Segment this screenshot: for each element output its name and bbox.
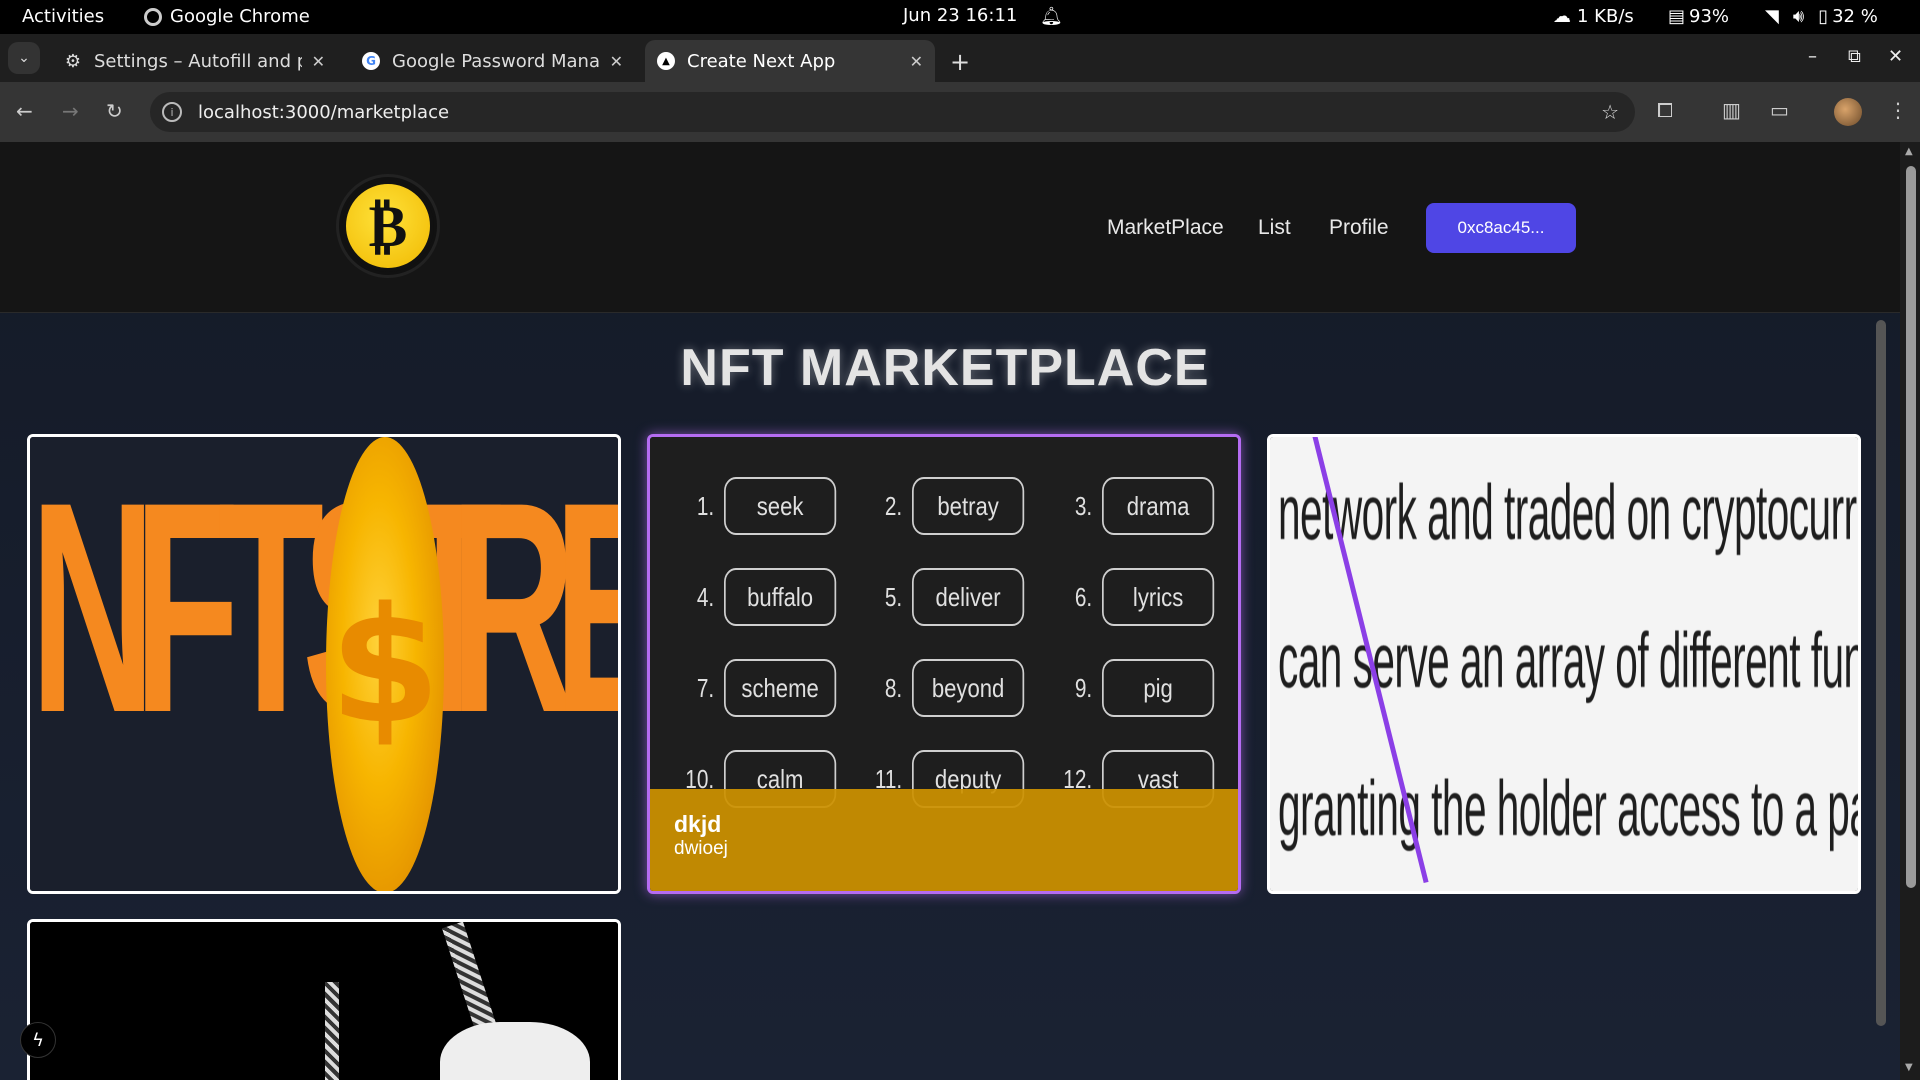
notification-bell-icon[interactable]: 🔔︎ (1040, 6, 1063, 27)
page-scrollbar[interactable] (1876, 320, 1886, 1026)
cloud-upload-icon: ☁ (1553, 6, 1571, 27)
volume-icon: 🔊︎ (1792, 6, 1805, 27)
nft-card[interactable]: 1. seek 2. betray 3. drama 4. buffalo 5. deli… (647, 434, 1241, 894)
nft-description: dwioej (674, 838, 728, 859)
nft-image: network and traded on cryptocurrency exc… (1270, 437, 1858, 891)
gear-icon: ⚙ (64, 50, 82, 72)
tab-settings[interactable]: ⚙ Settings – Autofill and pa ✕ (52, 40, 337, 82)
nft-card[interactable] (27, 919, 621, 1080)
image-text-line: network and traded on cryptocurrency exc… (1278, 468, 1858, 556)
minimize-icon[interactable]: – (1808, 46, 1817, 67)
nav-marketplace[interactable]: MarketPlace (1107, 216, 1224, 240)
tab-title: Settings – Autofill and pa (94, 50, 302, 72)
nft-art-text-end: RE (450, 439, 618, 775)
nextjs-icon: ▲ (657, 52, 675, 70)
scroll-up-icon[interactable]: ▲ (1905, 146, 1913, 157)
tab-title: Google Password Manag (392, 50, 600, 72)
address-bar[interactable]: i localhost:3000/marketplace ☆ (150, 92, 1635, 132)
site-header: ₿ MarketPlace List Profile 0xc8ac45... (0, 142, 1900, 313)
seed-word: 9. pig (1058, 659, 1234, 717)
close-tab-icon[interactable]: ✕ (910, 52, 923, 71)
seed-word: 8. beyond (868, 659, 1044, 717)
memory-indicator[interactable]: ▤ 93% (1668, 6, 1729, 27)
seed-word: 7. scheme (680, 659, 856, 717)
app-menu[interactable]: Google Chrome (144, 6, 310, 27)
cast-icon[interactable]: ▭ (1770, 98, 1789, 122)
app-name: Google Chrome (170, 6, 310, 27)
nav-profile[interactable]: Profile (1329, 216, 1389, 240)
restore-icon[interactable]: ⧉ (1848, 46, 1861, 67)
site-info-icon[interactable]: i (162, 102, 182, 122)
chrome-icon (144, 7, 162, 26)
nextjs-dev-indicator-icon[interactable]: ϟ (20, 1022, 56, 1058)
menu-kebab-icon[interactable]: ⋮ (1888, 98, 1908, 122)
network-speed: 1 KB/s (1577, 6, 1634, 27)
back-icon[interactable]: ← (16, 99, 33, 123)
nft-info-overlay: dkjd dwioej (650, 789, 1238, 891)
page-viewport: ₿ MarketPlace List Profile 0xc8ac45... N… (0, 142, 1900, 1080)
battery-icon: ▯ (1818, 6, 1829, 27)
clock[interactable]: Jun 23 16:11 (903, 5, 1017, 26)
browser-toolbar: ← → ↻ i localhost:3000/marketplace ☆ ⧠ ▥… (0, 82, 1920, 142)
tab-strip: ⌄ ⚙ Settings – Autofill and pa ✕ G Googl… (0, 34, 1920, 82)
nft-image (30, 922, 618, 1080)
nav-list[interactable]: List (1258, 216, 1291, 240)
seed-word: 3. drama (1058, 477, 1234, 535)
reload-icon[interactable]: ↻ (106, 99, 123, 123)
scrollbar-thumb[interactable] (1906, 166, 1916, 888)
image-text-line: granting the holder access to a particul… (1278, 764, 1858, 852)
browser-scrollbar[interactable]: ▲ ▼ (1900, 142, 1920, 1080)
close-tab-icon[interactable]: ✕ (312, 52, 325, 71)
seed-word: 5. deliver (868, 568, 1044, 626)
gold-coin-icon: $ (326, 437, 444, 891)
close-tab-icon[interactable]: ✕ (610, 52, 623, 71)
system-top-bar: Activities Google Chrome Jun 23 16:11 🔔︎… (0, 0, 1920, 34)
new-tab-button[interactable]: + (950, 48, 970, 76)
tab-search-button[interactable]: ⌄ (8, 42, 40, 74)
system-status[interactable]: ◥ 🔊︎ ▯ 32 % (1765, 6, 1878, 27)
seed-word: 2. betray (868, 477, 1044, 535)
profile-avatar[interactable] (1834, 98, 1862, 126)
nft-image: NFTST RE $ (30, 437, 618, 891)
tab-create-next-app[interactable]: ▲ Create Next App ✕ (645, 40, 935, 82)
tab-title: Create Next App (687, 50, 836, 72)
battery-value: 32 % (1832, 6, 1878, 27)
memory-value: 93% (1689, 6, 1730, 27)
nft-name: dkjd (674, 811, 722, 837)
network-indicator[interactable]: ☁ 1 KB/s (1553, 6, 1634, 27)
page-title: NFT MARKETPLACE (680, 339, 1210, 397)
close-window-icon[interactable]: ✕ (1888, 46, 1903, 67)
wifi-icon: ◥ (1765, 6, 1779, 27)
seed-word: 4. buffalo (680, 568, 856, 626)
chevron-down-icon: ⌄ (18, 50, 30, 66)
seed-word: 6. lyrics (1058, 568, 1234, 626)
memory-icon: ▤ (1668, 6, 1686, 27)
activities-button[interactable]: Activities (22, 6, 104, 27)
extensions-icon[interactable]: ⧠ (1657, 98, 1673, 122)
figure-art (440, 1022, 590, 1080)
bookmark-star-icon[interactable]: ☆ (1601, 100, 1619, 124)
nft-card[interactable]: network and traded on cryptocurrency exc… (1267, 434, 1861, 894)
scroll-down-icon[interactable]: ▼ (1905, 1062, 1913, 1073)
forward-icon[interactable]: → (62, 99, 79, 123)
bitcoin-icon: ₿ (342, 180, 434, 272)
google-icon: G (362, 52, 380, 70)
nft-card[interactable]: NFTST RE $ (27, 434, 621, 894)
url-text: localhost:3000/marketplace (198, 101, 450, 123)
reading-mode-icon[interactable]: ▥ (1722, 98, 1741, 122)
seed-word: 1. seek (680, 477, 856, 535)
sword-art (325, 982, 339, 1080)
site-logo[interactable]: ₿ (336, 174, 440, 278)
tab-password-manager[interactable]: G Google Password Manag ✕ (350, 40, 635, 82)
battery-indicator: ▯ 32 % (1818, 6, 1878, 27)
wallet-address-button[interactable]: 0xc8ac45... (1426, 203, 1576, 253)
